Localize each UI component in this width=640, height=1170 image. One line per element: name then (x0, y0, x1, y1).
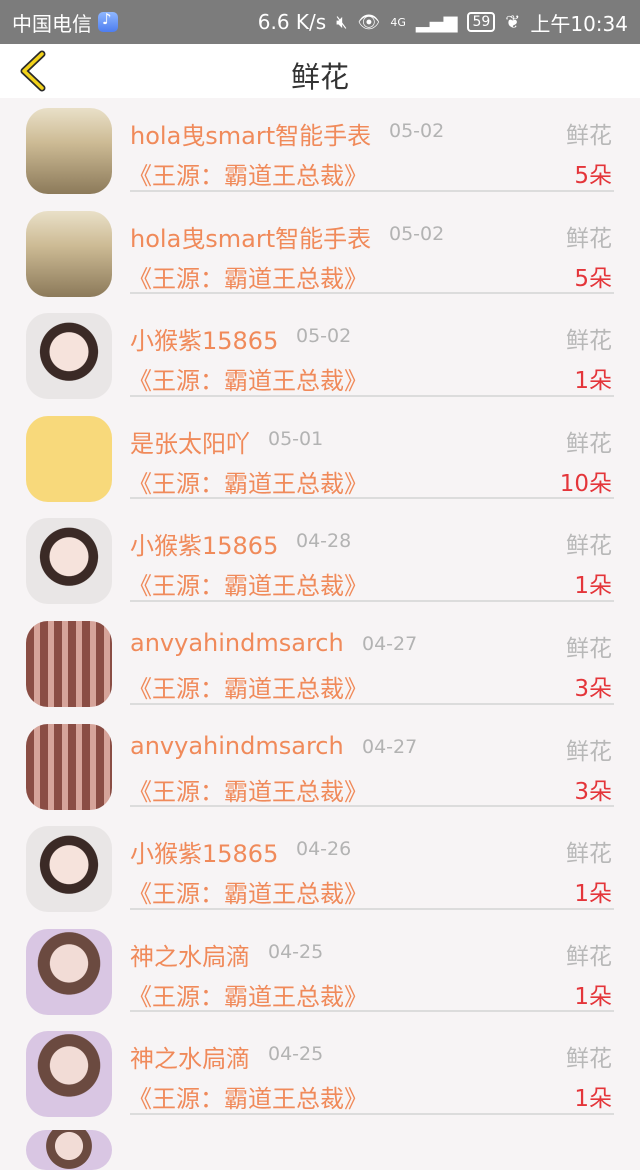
sender-name: 神之水扃滴 (130, 942, 250, 971)
divider (130, 1112, 614, 1115)
gift-count: 3朵 (574, 778, 612, 805)
gift-type: 鲜花 (566, 1046, 612, 1073)
send-date: 04-27 (362, 735, 418, 758)
gift-type: 鲜花 (566, 635, 612, 662)
avatar[interactable] (26, 1129, 112, 1170)
music-app-icon (98, 10, 118, 32)
signal-type: 4G (390, 15, 406, 29)
avatar[interactable] (26, 928, 112, 1015)
gift-type: 鲜花 (566, 738, 612, 765)
avatar[interactable] (26, 415, 112, 502)
sender-name: 是张太阳吖 (130, 429, 250, 458)
title-bar: 鲜花 (0, 44, 640, 98)
divider (130, 1010, 614, 1013)
list-item[interactable]: hola曳smart智能手表 05-02 鲜花 《王源：霸道王总裁》 5朵 (0, 98, 640, 201)
sender-name: 小猴紫15865 (130, 532, 279, 561)
gift-type: 鲜花 (566, 841, 612, 868)
work-title: 《王源：霸道王总裁》 (128, 162, 368, 190)
sender-name: 小猴紫15865 (130, 327, 279, 356)
list-item[interactable]: anvyahindmsarch 04-27 鲜花 《王源：霸道王总裁》 3朵 (0, 714, 640, 817)
avatar[interactable] (26, 620, 112, 707)
sender-name: hola曳smart智能手表 (130, 224, 372, 253)
gift-type: 鲜花 (566, 123, 612, 149)
avatar[interactable] (26, 826, 112, 913)
work-title: 《王源：霸道王总裁》 (128, 572, 368, 601)
divider (130, 805, 614, 808)
gift-type: 鲜花 (566, 943, 612, 970)
avatar[interactable] (26, 313, 112, 400)
sender-name: anvyahindmsarch (130, 628, 344, 657)
gift-list: hola曳smart智能手表 05-02 鲜花 《王源：霸道王总裁》 5朵 ho… (0, 98, 640, 1170)
gift-count: 1朵 (574, 573, 612, 600)
leaf-icon: ❦ (505, 11, 521, 33)
status-bar: 中国电信 6.6 K/s 🔇︎ 👁︎ 4G ▂▄▆ 59 ❦ 上午10:34 (0, 0, 640, 44)
divider (130, 907, 614, 910)
send-date: 05-02 (389, 222, 445, 245)
sender-name: anvyahindmsarch (130, 731, 344, 760)
divider (130, 702, 614, 705)
network-speed: 6.6 K/s (257, 10, 327, 34)
work-title: 《王源：霸道王总裁》 (128, 880, 368, 909)
avatar[interactable] (26, 518, 112, 605)
gift-type: 鲜花 (566, 225, 612, 252)
divider (130, 497, 614, 500)
send-date: 05-02 (389, 120, 445, 142)
eye-icon: 👁︎ (357, 11, 381, 33)
send-date: 04-28 (296, 530, 352, 553)
work-title: 《王源：霸道王总裁》 (128, 1085, 368, 1114)
work-title: 《王源：霸道王总裁》 (128, 982, 368, 1011)
send-date: 04-25 (268, 940, 324, 963)
list-item[interactable]: 小猴紫15865 04-28 鲜花 《王源：霸道王总裁》 1朵 (0, 508, 640, 611)
list-item[interactable]: anvyahindmsarch 04-27 鲜花 《王源：霸道王总裁》 3朵 (0, 611, 640, 714)
list-item[interactable]: 是张太阳吖 05-01 鲜花 《王源：霸道王总裁》 10朵 (0, 406, 640, 509)
gift-count: 5朵 (574, 265, 612, 292)
list-item[interactable]: 小猴紫15865 05-02 鲜花 《王源：霸道王总裁》 1朵 (0, 303, 640, 406)
carrier-label: 中国电信 (12, 11, 92, 36)
list-item[interactable]: hola曳smart智能手表 05-02 鲜花 《王源：霸道王总裁》 5朵 (0, 201, 640, 304)
list-item[interactable]: 神之水扃滴 04-25 鲜花 《王源：霸道王总裁》 1朵 (0, 1021, 640, 1124)
gift-count: 1朵 (574, 368, 612, 395)
gift-count: 5朵 (574, 163, 612, 189)
avatar[interactable] (26, 723, 112, 810)
sender-name: hola曳smart智能手表 (130, 122, 372, 150)
gift-count: 1朵 (574, 983, 612, 1010)
avatar[interactable] (26, 108, 112, 194)
send-date: 04-27 (362, 632, 418, 655)
sender-name: 神之水扃滴 (130, 1045, 250, 1074)
sender-name: 小猴紫15865 (130, 840, 279, 869)
gift-count: 1朵 (574, 1086, 612, 1113)
list-item[interactable]: 神之水扃滴 04-25 鲜花 《王源：霸道王总裁》 1朵 (0, 919, 640, 1022)
avatar[interactable] (26, 210, 112, 297)
gift-count: 10朵 (559, 470, 612, 497)
send-date: 04-25 (268, 1043, 324, 1066)
divider (130, 394, 614, 397)
gift-count: 3朵 (574, 675, 612, 702)
divider (130, 189, 614, 192)
divider (130, 599, 614, 602)
send-date: 05-01 (268, 427, 324, 450)
work-title: 《王源：霸道王总裁》 (128, 264, 368, 293)
signal-bars-icon: ▂▄▆ (415, 11, 458, 33)
page-title: 鲜花 (290, 60, 349, 94)
list-item[interactable]: 小猴紫15865 04-26 鲜花 《王源：霸道王总裁》 1朵 (0, 816, 640, 919)
gift-type: 鲜花 (566, 328, 612, 355)
work-title: 《王源：霸道王总裁》 (128, 674, 368, 703)
gift-count: 1朵 (574, 881, 612, 908)
divider (130, 292, 614, 295)
avatar[interactable] (26, 1031, 112, 1118)
work-title: 《王源：霸道王总裁》 (128, 469, 368, 498)
work-title: 《王源：霸道王总裁》 (128, 777, 368, 806)
list-item[interactable] (0, 1124, 640, 1170)
gift-type: 鲜花 (566, 533, 612, 560)
mute-icon: 🔇︎ (336, 11, 348, 33)
send-date: 05-02 (296, 325, 352, 348)
battery-indicator: 59 (467, 12, 496, 32)
work-title: 《王源：霸道王总裁》 (128, 367, 368, 396)
clock: 上午10:34 (530, 11, 628, 36)
send-date: 04-26 (296, 838, 352, 861)
gift-type: 鲜花 (566, 430, 612, 457)
